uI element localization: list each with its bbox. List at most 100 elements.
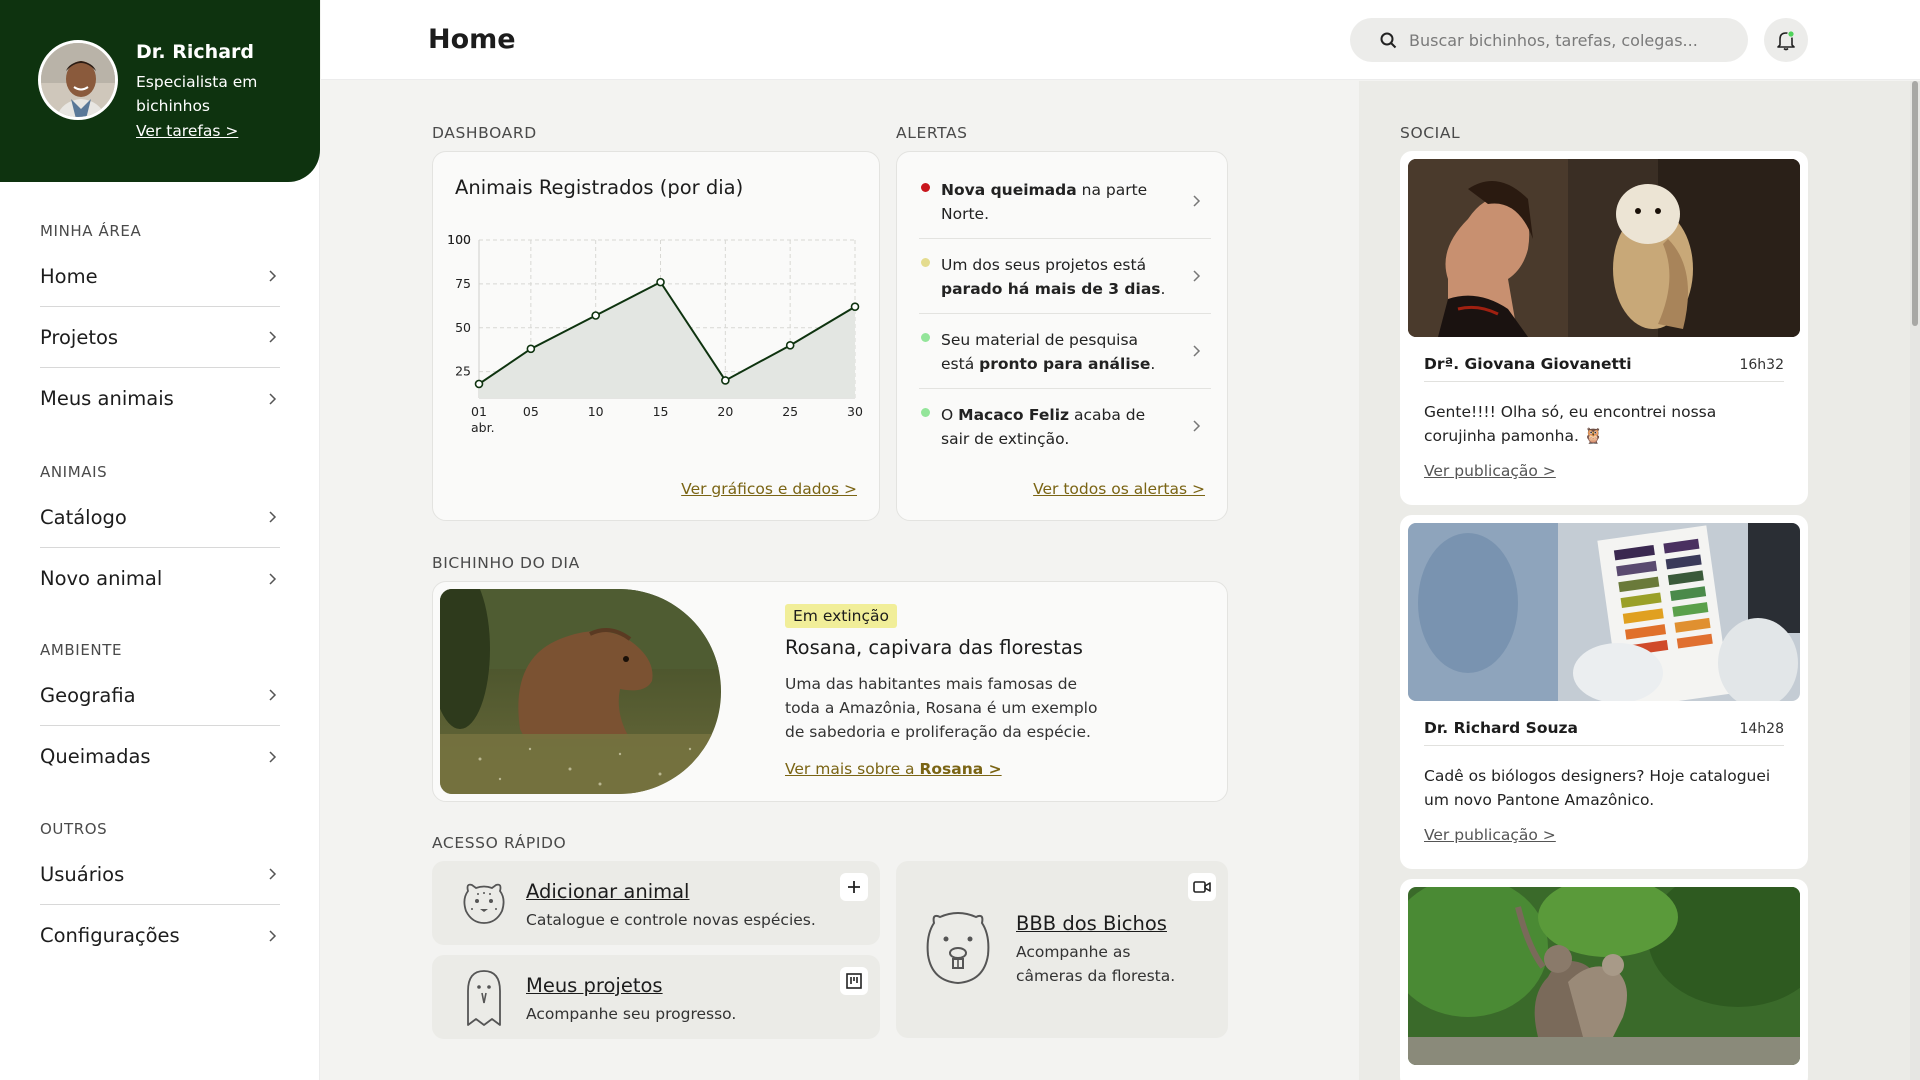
social-label: SOCIAL [1400, 124, 1461, 142]
view-more-link[interactable]: Ver mais sobre a Rosana > [785, 760, 1002, 778]
nav-section-ambiente: AMBIENTE Geografia Queimadas [40, 641, 280, 787]
post-image[interactable] [1408, 887, 1800, 1065]
sidebar-item-label: Meus animais [40, 387, 174, 410]
search-bar[interactable] [1350, 18, 1748, 62]
search-input[interactable] [1409, 30, 1739, 50]
video-button[interactable] [1188, 873, 1216, 901]
data-point [721, 376, 730, 385]
add-animal-card[interactable]: Adicionar animal Catalogue e controle no… [432, 861, 880, 945]
add-button[interactable] [840, 873, 868, 901]
nav-section-minha-area: MINHA ÁREA Home Projetos Meus animais [40, 222, 280, 429]
avatar[interactable] [38, 40, 118, 120]
x-tick-label: 30 [847, 404, 863, 419]
sidebar-item-label: Catálogo [40, 505, 127, 529]
chart-card: Animais Registrados (por dia) 100 100 75 50… [432, 151, 880, 521]
chevron-right-icon [269, 511, 277, 523]
sidebar-item-home[interactable]: Home [40, 246, 280, 307]
post-author: Drª. Giovana Giovanetti [1424, 355, 1632, 373]
sidebar-item-label: Usuários [40, 862, 125, 886]
alert-item[interactable]: Seu material de pesquisa está pronto par… [919, 314, 1211, 389]
sidebar-item-label: Geografia [40, 683, 136, 707]
status-dot [921, 408, 930, 417]
nav-section-title: AMBIENTE [40, 641, 123, 659]
search-icon [1380, 32, 1397, 48]
quick-access-label: ACESSO RÁPIDO [432, 834, 567, 852]
chevron-right-icon [269, 331, 277, 343]
jaguar-icon [463, 883, 505, 924]
featured-title: Rosana, capivara das florestas [785, 636, 1083, 659]
chevron-right-icon [269, 270, 277, 282]
alert-item[interactable]: O Macaco Feliz acaba de sair de extinção… [919, 389, 1211, 464]
featured-description: Uma das habitantes mais famosas de toda … [785, 675, 1098, 741]
alert-item[interactable]: Um dos seus projetos está parado há mais… [919, 239, 1211, 314]
quick-card-title: Adicionar animal [526, 880, 690, 903]
sidebar: Dr. Richard Especialista em bichinhos Ve… [0, 0, 320, 1080]
alert-text: Um dos seus projetos está parado há mais… [941, 256, 1166, 298]
chevron-right-icon [1193, 345, 1201, 357]
status-badge: Em extinção [785, 604, 897, 628]
chevron-right-icon [269, 572, 277, 585]
sidebar-item-queimadas[interactable]: Queimadas [40, 726, 280, 787]
nav-section-title: MINHA ÁREA [40, 222, 142, 240]
sidebar-item-configuracoes[interactable]: Configurações [40, 905, 280, 966]
bbb-card[interactable]: BBB dos Bichos Acompanhe as câmeras da f… [896, 861, 1228, 1038]
kanban-button[interactable] [840, 967, 868, 995]
x-tick-label: 25 [782, 404, 798, 419]
social-post [1400, 879, 1808, 1080]
sidebar-item-geografia[interactable]: Geografia [40, 665, 280, 726]
chevron-right-icon [269, 392, 277, 405]
view-post-link[interactable]: Ver publicação > [1424, 462, 1556, 480]
post-author: Dr. Richard Souza [1424, 719, 1578, 737]
scrollbar[interactable] [1910, 81, 1920, 1080]
view-post-link[interactable]: Ver publicação > [1424, 826, 1556, 844]
chevron-right-icon [1193, 270, 1201, 282]
plus-icon [848, 881, 860, 893]
notifications-button[interactable] [1764, 18, 1808, 62]
post-text: Gente!!!! Olha só, eu encontrei nossa co… [1424, 403, 1717, 445]
alert-text: Seu material de pesquisa está pronto par… [941, 331, 1156, 373]
scrollbar-thumb[interactable] [1912, 81, 1918, 326]
post-time: 16h32 [1739, 357, 1784, 373]
quick-card-desc: Acompanhe seu progresso. [526, 1005, 737, 1023]
x-tick-label: 20 [717, 404, 733, 419]
divider [1424, 745, 1784, 746]
chart-title: Animais Registrados (por dia) [455, 176, 744, 199]
post-image[interactable] [1408, 523, 1800, 701]
x-tick-label: 01 [471, 404, 487, 419]
post-time: 14h28 [1739, 721, 1784, 737]
quick-card-title: Meus projetos [526, 974, 663, 997]
x-tick-label: 15 [653, 404, 669, 419]
sidebar-item-novo-animal[interactable]: Novo animal [40, 548, 280, 609]
chevron-right-icon [269, 868, 277, 880]
chevron-right-icon [269, 929, 277, 942]
data-point [785, 341, 795, 350]
alert-item[interactable]: Nova queimada na parte Norte. [919, 164, 1211, 239]
sidebar-item-label: Configurações [40, 924, 180, 947]
profile-card: Dr. Richard Especialista em bichinhos Ve… [0, 0, 320, 182]
sidebar-item-label: Home [40, 264, 98, 288]
post-text: Cadê os biólogos designers? Hoje catalog… [1424, 767, 1771, 809]
sidebar-item-projetos[interactable]: Projetos [40, 307, 280, 368]
line-chart: 10010075502501 05 10 15 20 25 30abr. [447, 232, 863, 435]
video-camera-icon [1193, 881, 1211, 893]
data-point [850, 302, 860, 312]
nav-section-animais: ANIMAIS Catálogo Novo animal [40, 463, 280, 609]
sidebar-item-meus-animais[interactable]: Meus animais [40, 368, 280, 429]
view-tasks-link[interactable]: Ver tarefas > [136, 122, 238, 140]
profile-role: Especialista em bichinhos [136, 73, 258, 115]
sidebar-item-catalogo[interactable]: Catálogo [40, 487, 280, 548]
y-tick-label: 50 [455, 320, 471, 335]
sidebar-item-label: Queimadas [40, 745, 151, 768]
social-post: Drª. Giovana Giovanetti 16h32 Gente!!!! … [1400, 151, 1808, 505]
view-charts-link[interactable]: Ver gráficos e dados > [681, 480, 857, 498]
bird-icon [467, 970, 501, 1026]
post-image[interactable] [1408, 159, 1800, 337]
view-all-alerts-link[interactable]: Ver todos os alertas > [1033, 480, 1205, 498]
status-dot [921, 333, 930, 342]
my-projects-card[interactable]: Meus projetos Acompanhe seu progresso. [432, 955, 880, 1039]
quick-card-desc: Acompanhe as câmeras da floresta. [1016, 943, 1176, 985]
divider [1424, 381, 1784, 382]
sidebar-item-usuarios[interactable]: Usuários [40, 844, 280, 905]
chevron-right-icon [269, 689, 277, 701]
status-dot [921, 258, 930, 267]
